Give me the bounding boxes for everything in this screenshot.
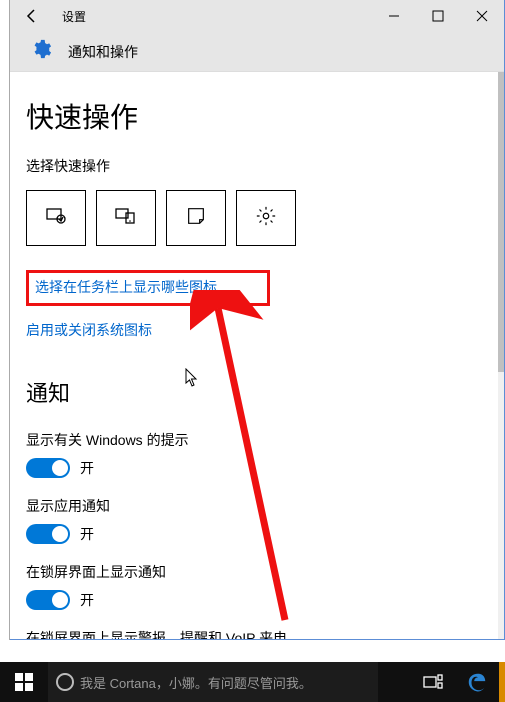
setting-cutoff-label: 在锁屏界面上显示警报、提醒和 VoIP 来电 — [26, 628, 482, 639]
connect-icon — [114, 204, 138, 233]
titlebar: 设置 — [10, 0, 504, 32]
quick-action-tile-1[interactable] — [26, 190, 86, 246]
toggle-switch[interactable] — [26, 590, 70, 610]
setting-label: 在锁屏界面上显示通知 — [26, 562, 482, 582]
setting-lockscreen-notifications: 在锁屏界面上显示通知 开 — [26, 562, 482, 610]
quick-actions-row — [26, 190, 482, 246]
window-title: 设置 — [54, 8, 372, 25]
close-button[interactable] — [460, 0, 504, 32]
minimize-button[interactable] — [372, 0, 416, 32]
scrollbar[interactable] — [498, 72, 504, 639]
toggle-state: 开 — [80, 590, 94, 610]
edge-button[interactable] — [455, 662, 499, 702]
note-icon — [185, 205, 207, 232]
page-title: 通知和操作 — [68, 42, 138, 62]
search-placeholder: 我是 Cortana，小娜。有问题尽管问我。 — [80, 673, 312, 692]
choose-quick-actions-label: 选择快速操作 — [26, 156, 482, 176]
quick-action-tile-3[interactable] — [166, 190, 226, 246]
scrollbar-thumb[interactable] — [498, 72, 504, 372]
tablet-mode-icon — [44, 204, 68, 233]
settings-window: 设置 通知和操作 快速操作 选择快速操作 — [10, 0, 505, 640]
cursor-icon — [185, 368, 201, 388]
taskbar-icons-link[interactable]: 选择在任务栏上显示哪些图标 — [35, 277, 217, 297]
setting-app-notifications: 显示应用通知 开 — [26, 496, 482, 544]
quick-action-tile-2[interactable] — [96, 190, 156, 246]
highlighted-link-box: 选择在任务栏上显示哪些图标 — [26, 270, 270, 306]
start-button[interactable] — [0, 662, 48, 702]
gear-icon — [30, 38, 52, 65]
toggle-state: 开 — [80, 524, 94, 544]
back-button[interactable] — [10, 0, 54, 32]
maximize-button[interactable] — [416, 0, 460, 32]
search-box[interactable]: 我是 Cortana，小娜。有问题尽管问我。 — [48, 662, 378, 702]
quick-actions-heading: 快速操作 — [26, 96, 482, 136]
settings-gear-icon — [255, 205, 277, 232]
quick-action-tile-4[interactable] — [236, 190, 296, 246]
page-header: 通知和操作 — [10, 32, 504, 72]
toggle-switch[interactable] — [26, 458, 70, 478]
setting-windows-tips: 显示有关 Windows 的提示 开 — [26, 430, 482, 478]
cortana-icon — [56, 673, 74, 691]
taskbar-cutoff — [499, 662, 505, 702]
setting-label: 显示应用通知 — [26, 496, 482, 516]
toggle-switch[interactable] — [26, 524, 70, 544]
toggle-state: 开 — [80, 458, 94, 478]
setting-label: 显示有关 Windows 的提示 — [26, 430, 482, 450]
notifications-heading: 通知 — [26, 376, 482, 408]
system-icons-link[interactable]: 启用或关闭系统图标 — [26, 320, 152, 340]
task-view-button[interactable] — [411, 662, 455, 702]
content-area: 快速操作 选择快速操作 — [10, 72, 498, 639]
taskbar: 我是 Cortana，小娜。有问题尽管问我。 — [0, 662, 505, 702]
